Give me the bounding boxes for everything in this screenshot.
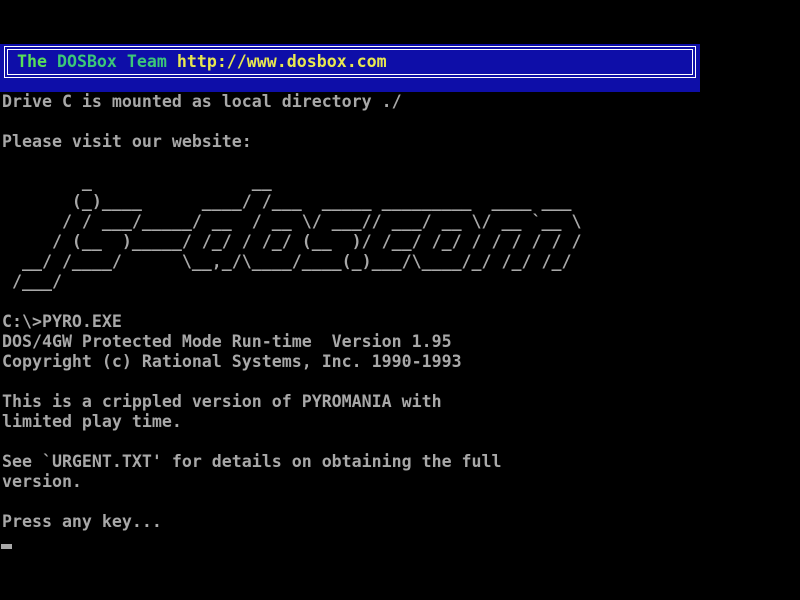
banner-text: The DOSBox Team http://www.dosbox.com: [17, 52, 387, 72]
banner-url: http://www.dosbox.com: [177, 52, 387, 71]
text-cursor: [1, 544, 12, 549]
terminal-output: Drive C is mounted as local directory ./…: [2, 92, 581, 532]
banner-frame: The DOSBox Team http://www.dosbox.com: [4, 46, 696, 78]
banner-team-prefix: The: [17, 52, 57, 71]
dos-terminal-screen[interactable]: The DOSBox Team http://www.dosbox.com Dr…: [0, 0, 800, 600]
dosbox-banner: The DOSBox Team http://www.dosbox.com: [0, 44, 700, 92]
banner-team-name: DOSBox Team: [57, 52, 177, 71]
